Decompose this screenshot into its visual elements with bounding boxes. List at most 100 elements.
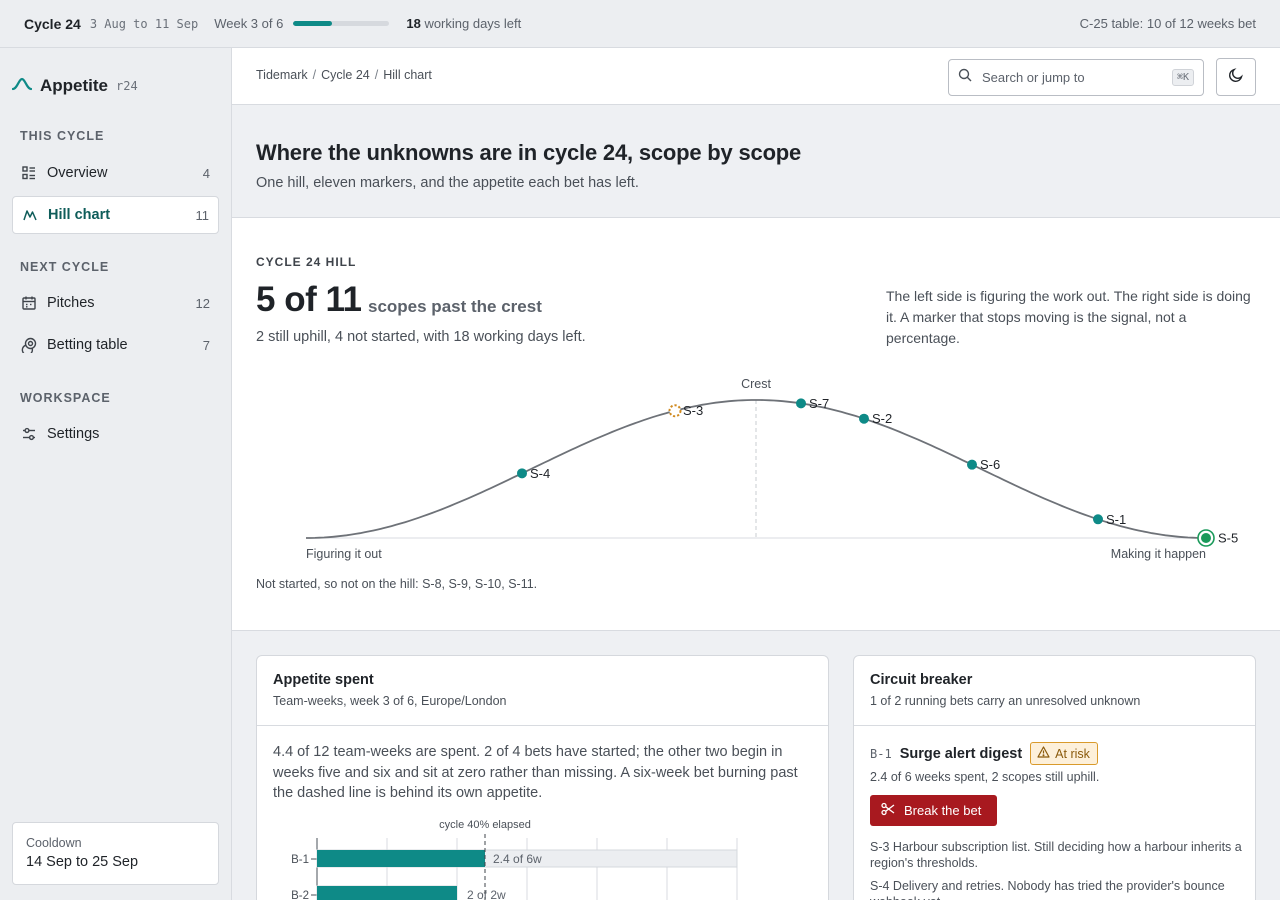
bar-value-label: 2.4 of 6w bbox=[493, 852, 542, 866]
hill-marker-s-1[interactable]: S-1 bbox=[1093, 512, 1126, 527]
spent-fill bbox=[317, 850, 485, 867]
marker-label: S-1 bbox=[1106, 512, 1126, 527]
scope-note: S-3 Harbour subscription list. Still dec… bbox=[870, 840, 1242, 870]
bar-label: B-1 bbox=[291, 854, 309, 866]
appetite-bar-b-1[interactable]: B-1 2.4 of 6w bbox=[291, 849, 738, 868]
section-label-this-cycle: THIS CYCLE bbox=[20, 129, 105, 143]
card-title: Appetite spent bbox=[273, 672, 374, 688]
elapsed-label: cycle 40% elapsed bbox=[439, 819, 531, 831]
stalled-marker-dot bbox=[668, 404, 682, 418]
sliders-icon bbox=[21, 426, 37, 442]
bet-meta: 2.4 of 6 weeks spent, 2 scopes still uph… bbox=[870, 770, 1100, 784]
card-subtitle: 1 of 2 running bets carry an unresolved … bbox=[870, 694, 1141, 708]
sidebar-item-hill-chart[interactable]: Hill chart 11 bbox=[12, 196, 219, 234]
breadcrumb-cycle[interactable]: Cycle 24 bbox=[321, 68, 370, 82]
marker-dot bbox=[967, 459, 977, 470]
working-days-left-number: 18 bbox=[406, 16, 421, 31]
appetite-bar-b-2[interactable]: B-2 2 of 2w bbox=[291, 885, 506, 900]
sidebar-item-betting-table[interactable]: Betting table 7 bbox=[12, 326, 219, 364]
search-input[interactable]: Search or jump to ⌘K bbox=[948, 59, 1204, 96]
section-label-workspace: WORKSPACE bbox=[20, 391, 111, 405]
overview-list-icon bbox=[21, 165, 37, 181]
appetite-spent-card: Appetite spent Team-weeks, week 3 of 6, … bbox=[256, 655, 829, 900]
marker-label: S-7 bbox=[809, 396, 829, 411]
next-cycle-table-status: C-25 table: 10 of 12 weeks bet bbox=[1079, 16, 1256, 31]
cycle-progress-bar bbox=[293, 21, 390, 26]
crest-label: Crest bbox=[741, 377, 771, 391]
hill-marker-s-2[interactable]: S-2 bbox=[859, 411, 892, 426]
hill-chart: Crest Figuring it out Making it happen S-4 S… bbox=[306, 377, 1238, 561]
working-days-left: 18 working days left bbox=[406, 16, 521, 31]
sidebar-item-label: Hill chart bbox=[48, 207, 111, 223]
hill-marker-s-7[interactable]: S-7 bbox=[796, 396, 829, 411]
sidebar-item-count: 11 bbox=[195, 207, 210, 223]
break-the-bet-button[interactable]: Break the bet bbox=[870, 795, 997, 826]
break-the-bet-label: Break the bet bbox=[904, 803, 982, 818]
app-version: r24 bbox=[116, 79, 138, 93]
cooldown-panel: Cooldown 14 Sep to 25 Sep bbox=[12, 822, 219, 885]
marker-label: S-4 bbox=[530, 466, 550, 481]
cycle-week: Week 3 of 6 bbox=[214, 16, 284, 31]
hill-chart-section: CYCLE 24 HILL 5 of 11 scopes past the cr… bbox=[232, 218, 1280, 631]
marker-label: S-6 bbox=[980, 457, 1000, 472]
working-days-left-text: working days left bbox=[424, 16, 522, 31]
bet-name[interactable]: Surge alert digest bbox=[900, 746, 1022, 762]
done-marker-dot bbox=[1201, 533, 1211, 543]
moon-icon bbox=[1228, 67, 1244, 88]
sidebar-item-count: 4 bbox=[202, 165, 210, 181]
card-header: Circuit breaker 1 of 2 running bets carr… bbox=[854, 656, 1255, 726]
spent-fill bbox=[317, 886, 457, 900]
page-hero: Where the unknowns are in cycle 24, scop… bbox=[232, 105, 1280, 218]
sidebar-item-overview[interactable]: Overview 4 bbox=[12, 154, 219, 192]
sidebar-item-label: Overview bbox=[47, 165, 108, 181]
marker-dot bbox=[859, 413, 869, 424]
cooldown-title: Cooldown bbox=[26, 836, 82, 850]
scope-note: S-4 Delivery and retries. Nobody has tri… bbox=[870, 879, 1225, 900]
cooldown-dates: 14 Sep to 25 Sep bbox=[26, 854, 139, 870]
warning-icon bbox=[1037, 746, 1050, 761]
marker-label: S-2 bbox=[872, 411, 892, 426]
sidebar-item-pitches[interactable]: Pitches 12 bbox=[12, 284, 219, 322]
not-started-note: Not started, so not on the hill: S-8, S-… bbox=[256, 577, 538, 591]
page-title: Where the unknowns are in cycle 24, scop… bbox=[256, 140, 802, 165]
circuit-breaker-card: Circuit breaker 1 of 2 running bets carr… bbox=[853, 655, 1256, 900]
scissors-icon bbox=[881, 802, 895, 819]
sidebar-item-label: Betting table bbox=[47, 337, 128, 353]
hill-marker-s-5[interactable]: S-5 bbox=[1197, 529, 1238, 547]
sidebar-item-count: 7 bbox=[202, 337, 210, 353]
breadcrumb-current: Hill chart bbox=[383, 68, 432, 82]
card-subtitle: Team-weeks, week 3 of 6, Europe/London bbox=[273, 694, 507, 708]
bet-id: B-1 bbox=[870, 746, 892, 761]
appetite-logo-icon bbox=[11, 77, 33, 96]
status-badge: At risk bbox=[1030, 742, 1098, 765]
calendar-icon bbox=[21, 295, 37, 311]
at-risk-bet: B-1 Surge alert digest At risk bbox=[870, 742, 1098, 765]
sidebar-item-count: 12 bbox=[195, 295, 210, 311]
cycle-dates: 3 Aug to 11 Sep bbox=[89, 16, 199, 31]
brand[interactable]: Appetite r24 bbox=[11, 76, 138, 96]
cycle-name: Cycle 24 bbox=[24, 15, 81, 32]
hill-right-label: Making it happen bbox=[1111, 547, 1206, 561]
theme-toggle-button[interactable] bbox=[1216, 58, 1256, 96]
sidebar-item-settings[interactable]: Settings bbox=[12, 415, 219, 453]
card-title: Circuit breaker bbox=[870, 672, 973, 688]
sidebar-item-label: Pitches bbox=[47, 295, 95, 311]
appetite-description: 4.4 of 12 team-weeks are spent. 2 of 4 b… bbox=[273, 744, 798, 801]
marker-dot bbox=[517, 468, 527, 479]
main-header: Tidemark / Cycle 24 / Hill chart Search or j… bbox=[232, 48, 1280, 105]
hill-marker-s-3[interactable]: S-3 bbox=[668, 403, 704, 418]
hill-marker-s-6[interactable]: S-6 bbox=[967, 457, 1000, 472]
card-header: Appetite spent Team-weeks, week 3 of 6, … bbox=[257, 656, 828, 726]
chip-icon bbox=[21, 337, 37, 353]
bar-label: B-2 bbox=[291, 890, 309, 900]
cycle-status-bar: Cycle 24 3 Aug to 11 Sep Week 3 of 6 18 … bbox=[0, 0, 1280, 48]
breadcrumb: Tidemark / Cycle 24 / Hill chart bbox=[256, 68, 432, 82]
hill-chart-icon bbox=[22, 207, 38, 223]
app-name: Appetite bbox=[40, 76, 108, 95]
status-badge-label: At risk bbox=[1055, 746, 1090, 761]
breadcrumb-workspace[interactable]: Tidemark bbox=[256, 68, 308, 82]
search-shortcut: ⌘K bbox=[1171, 69, 1194, 86]
search-icon bbox=[958, 68, 972, 87]
hill-marker-s-4[interactable]: S-4 bbox=[517, 466, 550, 481]
breadcrumb-separator: / bbox=[312, 68, 317, 82]
